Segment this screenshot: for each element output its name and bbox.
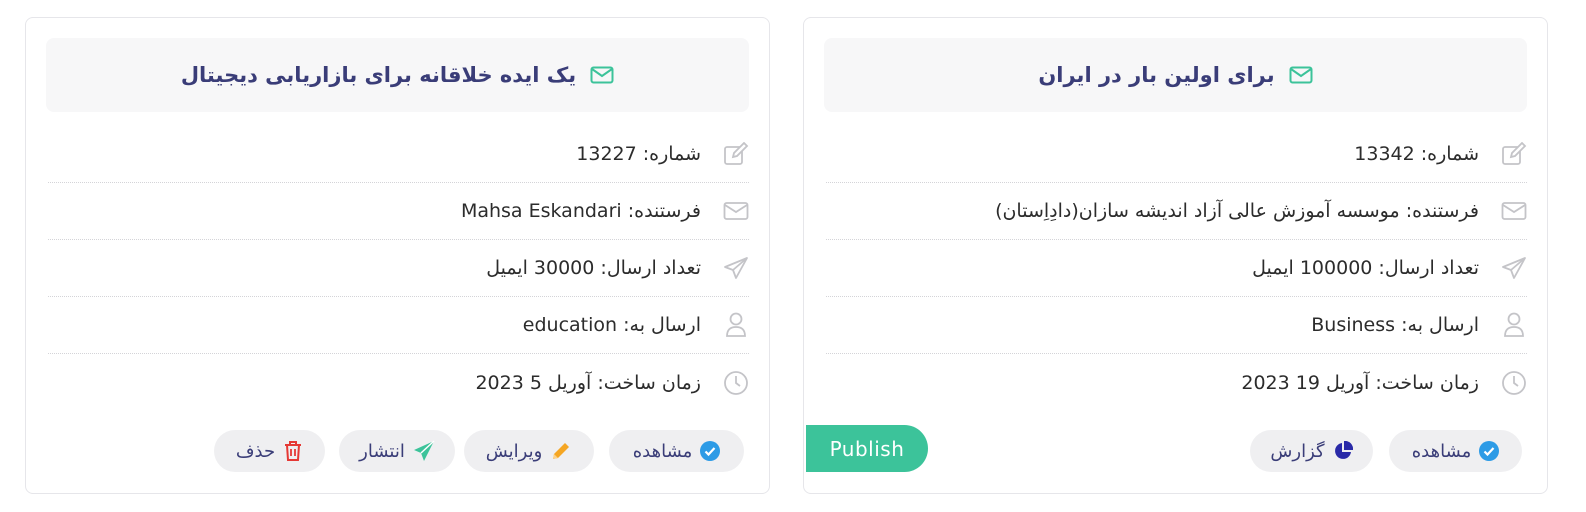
- clock-icon: [1501, 370, 1527, 396]
- clock-icon: [723, 370, 749, 396]
- check-circle-icon: [1479, 441, 1500, 461]
- envelope-icon: [1501, 198, 1527, 224]
- info-row-sender: فرستنده: موسسه آموزش عالی آزاد اندیشه سا…: [826, 183, 1527, 240]
- row-text: تعداد ارسال: 30000 ایمیل: [486, 257, 701, 279]
- row-text: شماره: 13227: [576, 143, 701, 165]
- check-circle-icon: [700, 441, 721, 461]
- button-label: ویرایش: [485, 440, 543, 462]
- row-text: تعداد ارسال: 100000 ایمیل: [1252, 257, 1479, 279]
- paper-plane-icon: [723, 255, 749, 281]
- button-label: مشاهده: [632, 440, 693, 462]
- publish-action-button[interactable]: انتشار: [339, 430, 455, 472]
- row-text: شماره: 13342: [1354, 143, 1479, 165]
- card-title: برای اولین بار در ایران: [1038, 63, 1275, 87]
- info-row-recipient: ارسال به: education: [48, 297, 749, 354]
- row-text: ارسال به: Business: [1311, 314, 1479, 336]
- info-row-send-count: تعداد ارسال: 100000 ایمیل: [826, 240, 1527, 297]
- card-header: یک ایده خلاقانه برای بازاریابی دیجیتال: [46, 38, 749, 112]
- view-button[interactable]: مشاهده: [1389, 430, 1522, 472]
- envelope-icon: [1289, 66, 1313, 84]
- row-text: ارسال به: education: [522, 314, 701, 336]
- pie-chart-icon: [1334, 441, 1353, 459]
- campaign-card: برای اولین بار در ایران شماره: 13342 فرس…: [803, 17, 1548, 494]
- info-list: شماره: 13342 فرستنده: موسسه آموزش عالی آ…: [826, 126, 1527, 411]
- row-text: زمان ساخت: آوریل 19 2023: [1241, 371, 1479, 394]
- delete-button[interactable]: حذف: [214, 430, 325, 472]
- button-label: انتشار: [359, 440, 405, 462]
- user-icon: [1501, 312, 1527, 338]
- info-row-number: شماره: 13342: [826, 126, 1527, 183]
- paper-plane-icon: [413, 440, 435, 461]
- edit-icon: [1501, 141, 1527, 167]
- campaign-card: یک ایده خلاقانه برای بازاریابی دیجیتال ش…: [25, 17, 770, 494]
- info-list: شماره: 13227 فرستنده: Mahsa Eskandari تع…: [48, 126, 749, 411]
- info-row-sender: فرستنده: Mahsa Eskandari: [48, 183, 749, 240]
- pencil-icon: [553, 443, 570, 459]
- button-label: گزارش: [1270, 440, 1325, 462]
- row-text: زمان ساخت: آوریل 5 2023: [475, 371, 701, 394]
- view-button[interactable]: مشاهده: [609, 430, 744, 472]
- edit-icon: [723, 141, 749, 167]
- envelope-icon: [590, 66, 614, 84]
- button-label: حذف: [235, 440, 276, 462]
- info-row-created: زمان ساخت: آوریل 19 2023: [826, 354, 1527, 411]
- user-icon: [723, 312, 749, 338]
- button-label: مشاهده: [1411, 440, 1472, 462]
- trash-icon: [285, 441, 302, 461]
- edit-button[interactable]: ویرایش: [464, 430, 594, 472]
- info-row-number: شماره: 13227: [48, 126, 749, 183]
- row-text: فرستنده: موسسه آموزش عالی آزاد اندیشه سا…: [995, 200, 1479, 222]
- card-header: برای اولین بار در ایران: [824, 38, 1527, 112]
- info-row-created: زمان ساخت: آوریل 5 2023: [48, 354, 749, 411]
- paper-plane-icon: [1501, 255, 1527, 281]
- report-button[interactable]: گزارش: [1250, 430, 1373, 472]
- info-row-send-count: تعداد ارسال: 30000 ایمیل: [48, 240, 749, 297]
- card-title: یک ایده خلاقانه برای بازاریابی دیجیتال: [180, 63, 577, 87]
- info-row-recipient: ارسال به: Business: [826, 297, 1527, 354]
- envelope-icon: [723, 198, 749, 224]
- row-text: فرستنده: Mahsa Eskandari: [460, 200, 701, 222]
- publish-button[interactable]: Publish: [806, 425, 928, 472]
- campaign-cards: برای اولین بار در ایران شماره: 13342 فرس…: [0, 0, 1586, 512]
